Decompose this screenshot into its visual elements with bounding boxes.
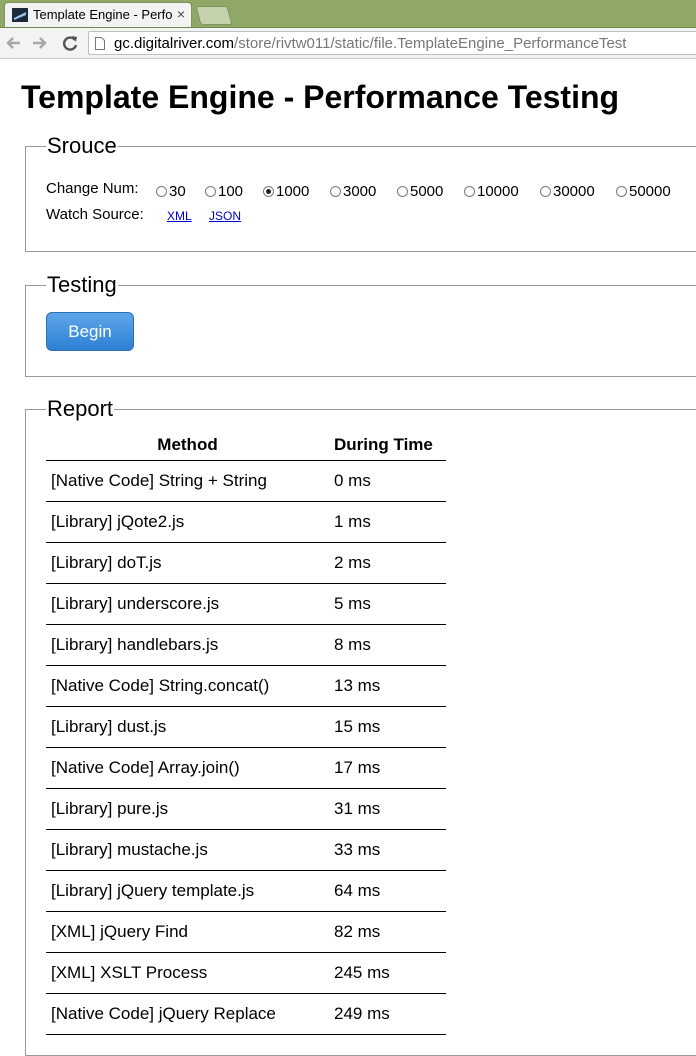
row-method-cell: [XML] XSLT Process (46, 952, 329, 994)
tab-close-icon[interactable]: × (177, 6, 185, 22)
page-favicon-icon (12, 8, 28, 22)
url-host: gc.digitalriver.com (114, 35, 235, 52)
table-row: [Library] underscore.js 5 ms (46, 583, 446, 625)
table-row: [Native Code] jQuery Replace 249 ms (46, 993, 446, 1035)
row-method-cell: [Library] underscore.js (46, 583, 329, 625)
watch-source-label: Watch Source: (46, 206, 144, 223)
page-icon (95, 37, 105, 50)
row-method-cell: [Library] doT.js (46, 542, 329, 584)
radio-circle-icon[interactable] (330, 185, 341, 197)
report-legend: Report (46, 396, 115, 422)
row-method-cell: [Native Code] Array.join() (46, 747, 329, 789)
radio-option-3000[interactable]: 3000 (330, 182, 376, 200)
browser-toolbar: gc.digitalriver.com/store/rivtw011/stati… (0, 28, 696, 59)
url-path: /store/rivtw011/static/file.TemplateEngi… (234, 35, 627, 52)
radio-circle-icon[interactable] (464, 185, 475, 197)
radio-circle-icon[interactable] (205, 185, 216, 197)
table-row: [Library] jQote2.js 1 ms (46, 501, 446, 543)
row-time-cell: 31 ms (329, 788, 446, 830)
radio-circle-icon[interactable] (540, 185, 551, 197)
table-row: [Library] handlebars.js 8 ms (46, 624, 446, 666)
column-header-time: During Time (329, 430, 446, 461)
url-text: gc.digitalriver.com/store/rivtw011/stati… (114, 35, 626, 52)
row-time-cell: 0 ms (329, 460, 446, 502)
report-table-body: [Native Code] String + String 0 ms [Librar… (46, 460, 446, 1035)
row-method-cell: [XML] jQuery Find (46, 911, 329, 953)
radio-option-30000[interactable]: 30000 (540, 182, 595, 200)
radio-option-10000[interactable]: 10000 (464, 182, 519, 200)
radio-option-5000[interactable]: 5000 (397, 182, 443, 200)
back-arrow-icon[interactable] (3, 32, 25, 54)
source-fieldset: Srouce Change Num: 30 100 1000 3000 5000… (25, 133, 696, 252)
xml-source-link[interactable]: XML (167, 209, 192, 223)
browser-tabstrip: Template Engine - Perfo × (0, 0, 696, 28)
table-row: [Library] mustache.js 33 ms (46, 829, 446, 871)
radio-option-30[interactable]: 30 (156, 182, 186, 200)
row-method-cell: [Native Code] jQuery Replace (46, 993, 329, 1035)
report-fieldset: Report Method During Time [Native Code] … (25, 396, 696, 1056)
row-time-cell: 15 ms (329, 706, 446, 748)
row-method-cell: [Native Code] String + String (46, 460, 329, 502)
change-num-label: Change Num: (46, 180, 139, 197)
forward-arrow-icon[interactable] (28, 32, 50, 54)
begin-button[interactable]: Begin (46, 312, 134, 351)
json-source-link[interactable]: JSON (209, 209, 241, 223)
row-time-cell: 2 ms (329, 542, 446, 584)
row-method-cell: [Library] handlebars.js (46, 624, 329, 666)
testing-legend: Testing (46, 272, 118, 298)
reload-icon[interactable] (59, 32, 81, 54)
row-time-cell: 33 ms (329, 829, 446, 871)
row-time-cell: 1 ms (329, 501, 446, 543)
row-time-cell: 5 ms (329, 583, 446, 625)
column-header-method: Method (46, 430, 329, 461)
row-method-cell: [Library] dust.js (46, 706, 329, 748)
table-row: [Native Code] String.concat() 13 ms (46, 665, 446, 707)
row-method-cell: [Library] jQuery template.js (46, 870, 329, 912)
table-row: [Library] pure.js 31 ms (46, 788, 446, 830)
table-row: [XML] jQuery Find 82 ms (46, 911, 446, 953)
report-table: Method During Time [Native Code] String … (46, 430, 446, 1035)
testing-fieldset: Testing Begin (25, 272, 696, 377)
row-time-cell: 8 ms (329, 624, 446, 666)
radio-circle-icon[interactable] (156, 185, 167, 197)
row-method-cell: [Library] jQote2.js (46, 501, 329, 543)
source-legend: Srouce (46, 133, 118, 159)
table-row: [Library] jQuery template.js 64 ms (46, 870, 446, 912)
row-time-cell: 64 ms (329, 870, 446, 912)
browser-tab[interactable]: Template Engine - Perfo × (4, 2, 192, 27)
radio-circle-icon[interactable] (397, 185, 408, 197)
radio-circle-icon[interactable] (616, 185, 627, 197)
tab-title: Template Engine - Perfo (33, 7, 173, 22)
radio-checked-icon[interactable] (263, 185, 274, 197)
radio-option-50000[interactable]: 50000 (616, 182, 671, 200)
table-header-row: Method During Time (46, 430, 446, 461)
new-tab-button[interactable] (195, 6, 233, 25)
table-row: [XML] XSLT Process 245 ms (46, 952, 446, 994)
radio-option-100[interactable]: 100 (205, 182, 243, 200)
row-time-cell: 82 ms (329, 911, 446, 953)
row-method-cell: [Native Code] String.concat() (46, 665, 329, 707)
table-row: [Library] dust.js 15 ms (46, 706, 446, 748)
row-time-cell: 249 ms (329, 993, 446, 1035)
table-row: [Native Code] String + String 0 ms (46, 460, 446, 502)
row-method-cell: [Library] pure.js (46, 788, 329, 830)
radio-option-1000[interactable]: 1000 (263, 182, 309, 200)
row-time-cell: 17 ms (329, 747, 446, 789)
row-time-cell: 245 ms (329, 952, 446, 994)
address-bar[interactable]: gc.digitalriver.com/store/rivtw011/stati… (88, 31, 696, 55)
row-time-cell: 13 ms (329, 665, 446, 707)
page-title: Template Engine - Performance Testing (21, 79, 620, 115)
row-method-cell: [Library] mustache.js (46, 829, 329, 871)
table-row: [Library] doT.js 2 ms (46, 542, 446, 584)
table-row: [Native Code] Array.join() 17 ms (46, 747, 446, 789)
